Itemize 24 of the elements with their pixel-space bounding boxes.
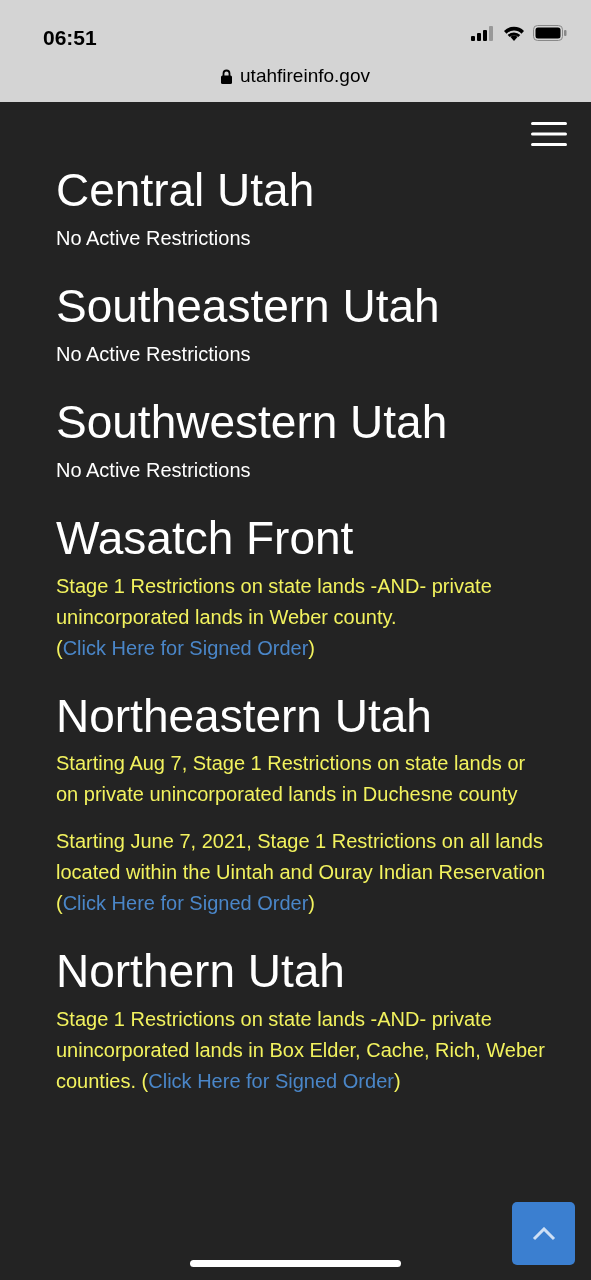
restriction-text: Stage 1 Restrictions on state lands -AND- private unincorporated lands in Box Elder, Cache, Rich, Weber counties. (Click Here for Signed Order) [56, 1007, 546, 1095]
url-text[interactable]: utahfireinfo.gov [240, 62, 370, 91]
signed-order-link[interactable]: Click Here for Signed Order [148, 1070, 394, 1093]
region-heading: Northern Utah [56, 945, 346, 999]
menu-icon[interactable] [531, 122, 567, 146]
region-heading: Southwestern Utah [56, 395, 449, 449]
region-heading: Southeastern Utah [56, 279, 441, 333]
signal-icon [471, 25, 495, 41]
restriction-text: Starting Aug 7, Stage 1 Restrictions on state lands or on private unincorporated lands in Duchesne county [56, 751, 527, 808]
region-heading: Wasatch Front [56, 511, 355, 565]
restriction-text: No Active Restrictions [56, 457, 252, 483]
restriction-text: No Active Restrictions [56, 341, 252, 367]
chevron-up-icon [531, 1226, 556, 1241]
status-time: 06:51 [43, 25, 97, 51]
restriction-text: No Active Restrictions [56, 225, 252, 251]
wifi-icon [503, 25, 525, 41]
battery-icon [533, 25, 567, 41]
region-heading: Central Utah [56, 164, 316, 217]
region-heading: Northeastern Utah [56, 689, 433, 743]
signed-order-link[interactable]: Click Here for Signed Order [62, 636, 309, 659]
restriction-text: Starting June 7, 2021, Stage 1 Restrictions on all lands located within the Uintah and Ouray Indian Reservation (Click Here for Signed Order) [56, 829, 547, 917]
signed-order-link[interactable]: Click Here for Signed Order [62, 892, 309, 915]
restriction-text: Stage 1 Restrictions on state lands -AND- private unincorporated lands in Weber county. (Click Here for Signed Order) [56, 573, 493, 661]
lock-icon [221, 68, 233, 84]
